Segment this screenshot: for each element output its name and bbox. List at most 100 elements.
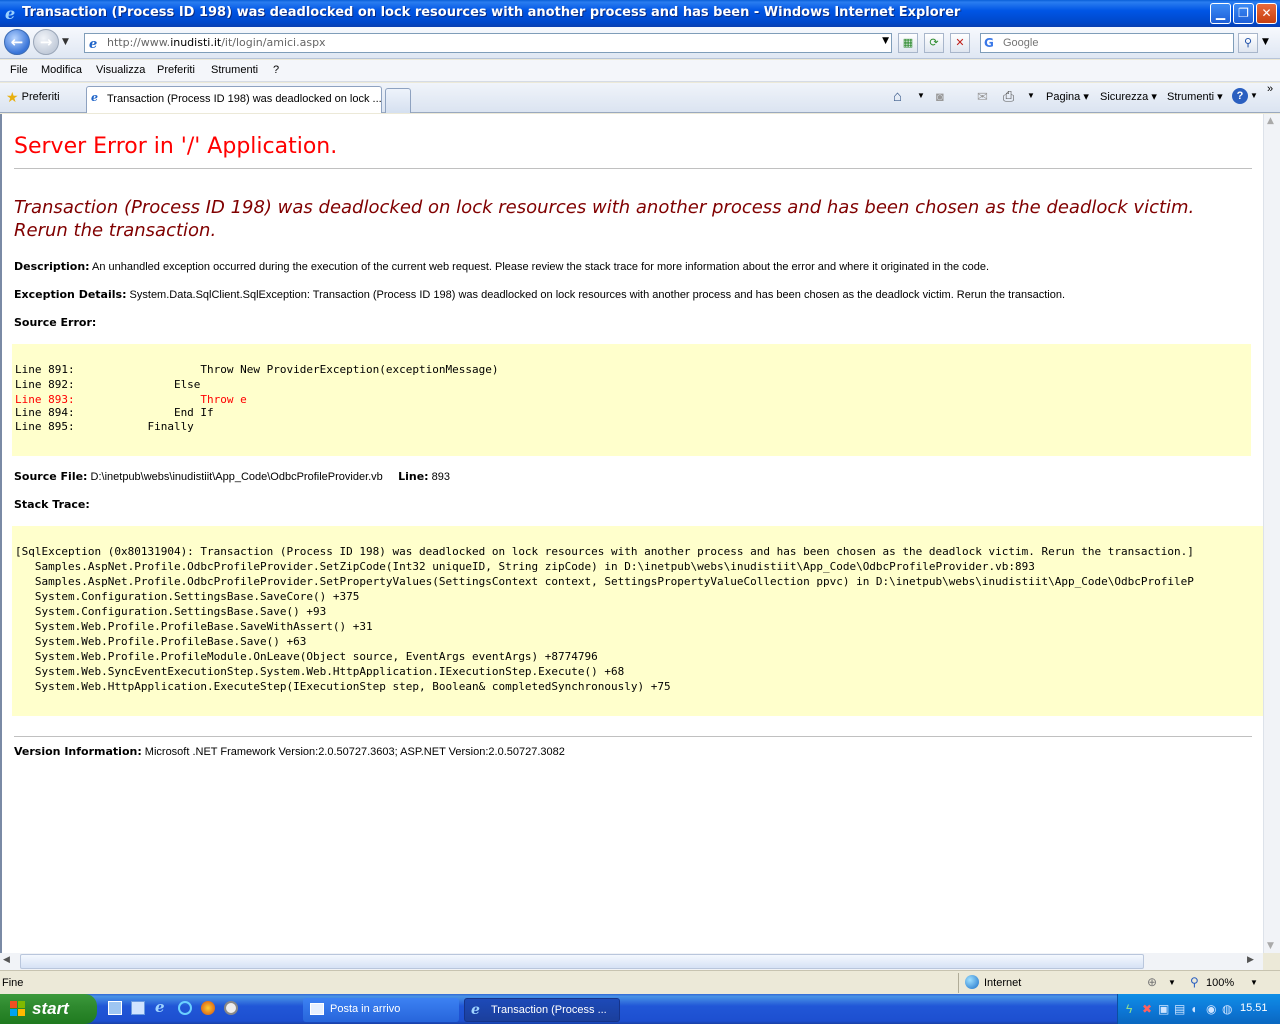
menu-help[interactable]: ? [273,64,279,76]
favorites-button[interactable]: ★ Preferiti [6,89,60,107]
command-strumenti[interactable]: Strumenti ▾ [1167,90,1223,103]
feeds-icon[interactable]: ◙ [936,89,944,104]
address-dropdown-icon[interactable]: ▼ [882,36,889,46]
stack-line: System.Web.Profile.ProfileBase.SaveWithA… [15,620,373,633]
url-text[interactable]: http://www.inudisti.it/it/login/amici.as… [107,36,326,49]
start-button[interactable]: start [0,994,97,1024]
tray-volume-icon[interactable]: ◖ [1190,1002,1197,1016]
source-line: Line 894: End If [15,406,214,419]
taskbar-item-posta[interactable]: Posta in arrivo [303,998,459,1022]
search-box[interactable]: G [980,33,1234,53]
minimize-button[interactable]: ▁ [1210,3,1231,24]
command-sicurezza[interactable]: Sicurezza ▾ [1100,90,1157,103]
home-dropdown-icon[interactable]: ▼ [917,91,925,100]
refresh-button[interactable]: ⟳ [924,33,944,53]
menu-file[interactable]: File [10,64,28,76]
media-quick-icon[interactable] [224,1001,238,1015]
compatibility-icon: ▦ [902,36,914,49]
tray-update-icon[interactable]: ◉ [1206,1002,1216,1016]
tray-security-icon[interactable]: ✖ [1142,1002,1152,1016]
maximize-button[interactable]: ❐ [1233,3,1254,24]
source-file-value: D:\inetpub\webs\inudistiit\App_Code\Odbc… [90,471,383,483]
print-dropdown-icon[interactable]: ▼ [1027,91,1035,100]
back-button[interactable]: ← [4,29,30,55]
tray-display-icon[interactable]: ▣ [1158,1002,1169,1016]
window-title-bar[interactable]: e Transaction (Process ID 198) was deadl… [0,0,1280,27]
ie-quick-icon[interactable]: e [155,998,165,1016]
divider [14,736,1252,737]
menu-modifica[interactable]: Modifica [41,64,82,76]
stop-button[interactable]: ✕ [950,33,970,53]
command-pagina[interactable]: Pagina ▾ [1046,90,1089,103]
horizontal-scroll-thumb[interactable] [20,954,1144,969]
menu-visualizza[interactable]: Visualizza [96,64,145,76]
firefox-quick-icon[interactable] [201,1001,215,1015]
tray-connection-icon[interactable]: ▤ [1174,1002,1185,1016]
history-dropdown-icon[interactable]: ▼ [62,37,69,47]
refresh-icon: ⟳ [929,36,939,49]
taskbar-item-ie[interactable]: e Transaction (Process ... [464,998,620,1022]
help-icon[interactable]: ? [1232,88,1248,104]
taskbar [0,994,1280,1024]
zoom-dropdown-icon[interactable]: ▼ [1250,978,1258,987]
source-line: Line 892: Else [15,378,201,391]
system-tray: ϟ ✖ ▣ ▤ ◖ ◉ ◍ 15.51 [1117,994,1280,1024]
scroll-left-icon[interactable]: ◀ [3,955,10,965]
search-button[interactable]: ⚲ [1238,33,1258,53]
description-label: Description: [14,260,90,273]
scroll-corner [1263,953,1280,970]
search-options-icon[interactable]: ▼ [1262,37,1269,47]
scroll-down-icon[interactable]: ▼ [1267,941,1274,951]
star-icon: ★ [6,89,19,105]
address-bar[interactable]: e http://www.inudisti.it/it/login/amici.… [84,33,892,53]
home-icon[interactable]: ⌂ [893,88,902,105]
protected-mode-icon[interactable]: ⊕ [1147,975,1157,989]
source-file-paragraph: Source File: D:\inetpub\webs\inudistiit\… [14,470,450,483]
menu-strumenti[interactable]: Strumenti [211,64,258,76]
stack-trace-label: Stack Trace: [14,498,90,511]
zone-text[interactable]: Internet [984,977,1021,989]
scroll-right-icon[interactable]: ▶ [1247,955,1254,965]
status-bar: Fine Internet ⊕ ▼ ⚲ 100% ▼ [0,970,1280,994]
description-paragraph: Description: An unhandled exception occu… [14,260,989,273]
close-button[interactable]: ✕ [1256,3,1277,24]
mail-icon[interactable]: ✉ [977,89,988,105]
compatibility-button[interactable]: ▦ [898,33,918,53]
search-icon: ⚲ [1243,36,1253,49]
source-error-label: Source Error: [14,316,97,329]
forward-button[interactable]: → [33,29,59,55]
svg-text:e: e [89,37,97,50]
protected-dropdown-icon[interactable]: ▼ [1168,978,1176,987]
help-dropdown-icon[interactable]: ▼ [1250,91,1258,100]
tray-misc-icon[interactable]: ◍ [1222,1002,1232,1016]
messenger-quick-icon[interactable] [178,1001,192,1015]
new-tab-button[interactable] [385,88,411,113]
outlook-quick-icon[interactable] [131,1001,145,1015]
show-desktop-icon[interactable] [108,1001,122,1015]
scroll-up-icon[interactable]: ▲ [1267,116,1274,126]
exception-paragraph: Exception Details: System.Data.SqlClient… [14,288,1065,301]
source-file-label: Source File: [14,470,88,483]
error-title: Transaction (Process ID 198) was deadloc… [14,197,1195,241]
stack-line: System.Web.HttpApplication.ExecuteStep(I… [15,680,671,693]
stack-trace-paragraph: Stack Trace: [14,498,90,511]
tab-active[interactable]: e Transaction (Process ID 198) was deadl… [86,86,382,113]
print-icon[interactable]: ⎙ [1003,88,1014,105]
zoom-icon[interactable]: ⚲ [1190,975,1199,989]
tray-network-icon[interactable]: ϟ [1126,1002,1132,1016]
page-heading: Server Error in '/' Application. [14,134,338,159]
clock[interactable]: 15.51 [1240,1002,1268,1014]
chevron-more-icon[interactable]: » [1267,83,1273,95]
svg-text:e: e [5,5,15,21]
version-label: Version Information: [14,745,142,758]
back-arrow-icon: ← [10,33,24,51]
stack-line: Samples.AspNet.Profile.OdbcProfileProvid… [15,575,1194,588]
zoom-level[interactable]: 100% [1206,977,1234,989]
line-label: Line: [398,470,429,483]
menu-preferiti[interactable]: Preferiti [157,64,195,76]
search-input[interactable] [1001,35,1229,51]
vertical-scrollbar[interactable]: ▲ ▼ [1263,114,1280,953]
description-text: An unhandled exception occurred during t… [92,261,990,273]
globe-icon [965,975,979,989]
version-text: Microsoft .NET Framework Version:2.0.507… [144,746,565,758]
